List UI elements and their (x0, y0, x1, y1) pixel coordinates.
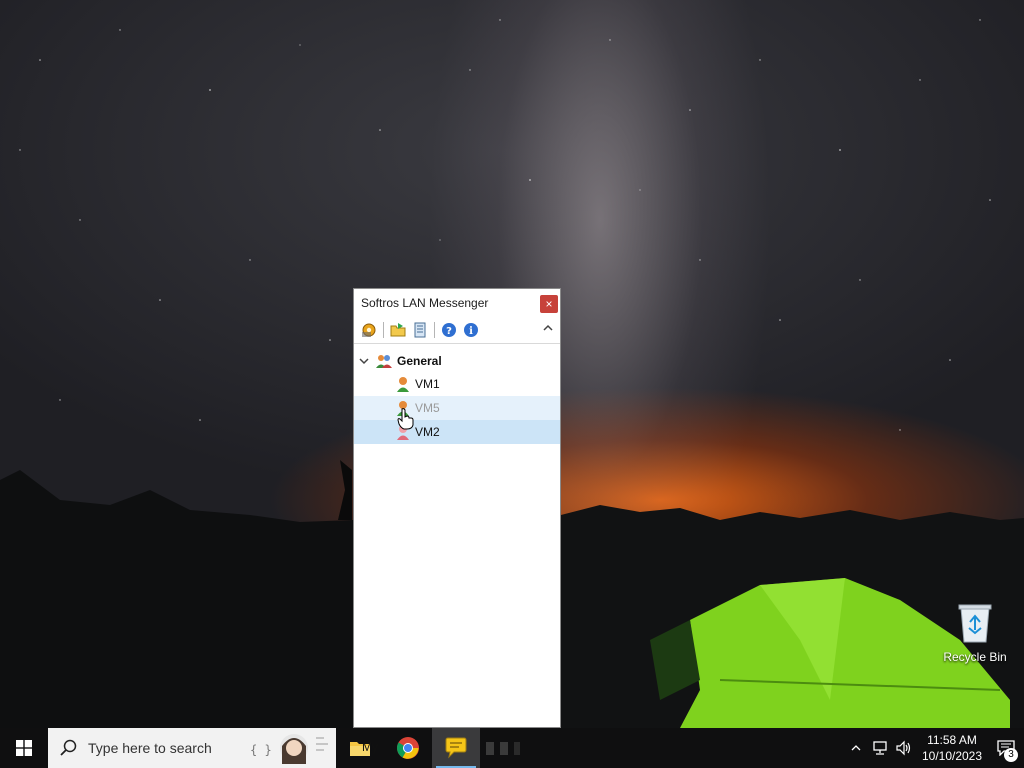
toolbar-separator (434, 322, 435, 338)
windows-logo-icon (16, 740, 32, 756)
taskbar-lan-messenger[interactable] (432, 728, 480, 768)
group-name: General (397, 354, 442, 368)
contact-tree: General VM1 VM5 VM2 (354, 344, 560, 444)
taskbar-chrome[interactable] (384, 728, 432, 768)
group-users-icon (376, 355, 392, 368)
hand-cursor-icon (397, 408, 414, 430)
svg-text:{ }: { } (250, 743, 272, 757)
explorer-label: My (362, 740, 378, 754)
notification-count-badge: 3 (1004, 748, 1018, 762)
system-tray: 11:58 AM 10/10/2023 3 (844, 728, 1024, 768)
about-button[interactable]: i (462, 321, 480, 339)
user-name: VM1 (415, 377, 440, 391)
chevron-down-icon[interactable] (359, 356, 369, 366)
info-icon: i (464, 323, 478, 337)
recycle-bin-icon (958, 604, 992, 643)
recycle-bin-label: Recycle Bin (943, 650, 1007, 664)
search-icon (60, 739, 77, 756)
clock-time: 11:58 AM (927, 733, 977, 747)
svg-text:i: i (469, 326, 473, 337)
group-general[interactable]: General (354, 350, 560, 372)
open-folder-button[interactable] (389, 321, 407, 339)
search-highlight-doodle: { } (250, 734, 328, 764)
messenger-toolbar: ? i (354, 317, 560, 344)
help-button[interactable]: ? (440, 321, 458, 339)
user-name: VM5 (415, 401, 440, 415)
network-icon (873, 741, 887, 755)
user-name: VM2 (415, 425, 440, 439)
taskbar: Type here to search { } My 11:58 AM 10/1… (0, 728, 1024, 768)
open-folder-icon (390, 323, 406, 337)
messenger-window: Softros LAN Messenger × ? i General VM1 … (353, 288, 561, 728)
window-title: Softros LAN Messenger (361, 296, 489, 310)
messenger-titlebar[interactable]: Softros LAN Messenger × (354, 289, 560, 317)
taskbar-file-explorer[interactable]: My (336, 728, 384, 768)
clock[interactable]: 11:58 AM 10/10/2023 (916, 732, 988, 764)
clock-date: 10/10/2023 (921, 749, 983, 763)
volume-button[interactable] (892, 728, 916, 768)
show-hidden-icons-button[interactable] (844, 728, 868, 768)
chat-bubble-icon (445, 737, 467, 759)
chevron-up-icon (851, 745, 861, 751)
recycle-bin[interactable]: Recycle Bin (938, 600, 1012, 666)
action-center-button[interactable]: 3 (988, 728, 1024, 768)
user-row-vm1[interactable]: VM1 (354, 372, 560, 396)
settings-icon (362, 323, 376, 337)
user-row-vm5[interactable]: VM5 (354, 396, 560, 420)
chrome-icon (397, 737, 419, 759)
taskbar-app-hidden[interactable] (480, 728, 528, 768)
user-online-icon (397, 377, 409, 392)
speaker-icon (896, 740, 911, 756)
taskbar-search[interactable]: Type here to search { } (48, 728, 336, 768)
search-placeholder: Type here to search (88, 740, 212, 756)
app-icons-faded (486, 742, 520, 755)
message-history-button[interactable] (411, 321, 429, 339)
help-icon: ? (442, 323, 456, 337)
start-button[interactable] (0, 728, 48, 768)
network-button[interactable] (868, 728, 892, 768)
user-row-vm2[interactable]: VM2 (354, 420, 560, 444)
settings-button[interactable] (360, 321, 378, 339)
toolbar-separator (383, 322, 384, 338)
chevron-up-icon[interactable] (542, 322, 554, 334)
close-button[interactable]: × (540, 295, 558, 313)
message-history-icon (414, 322, 426, 338)
svg-text:?: ? (446, 326, 452, 337)
